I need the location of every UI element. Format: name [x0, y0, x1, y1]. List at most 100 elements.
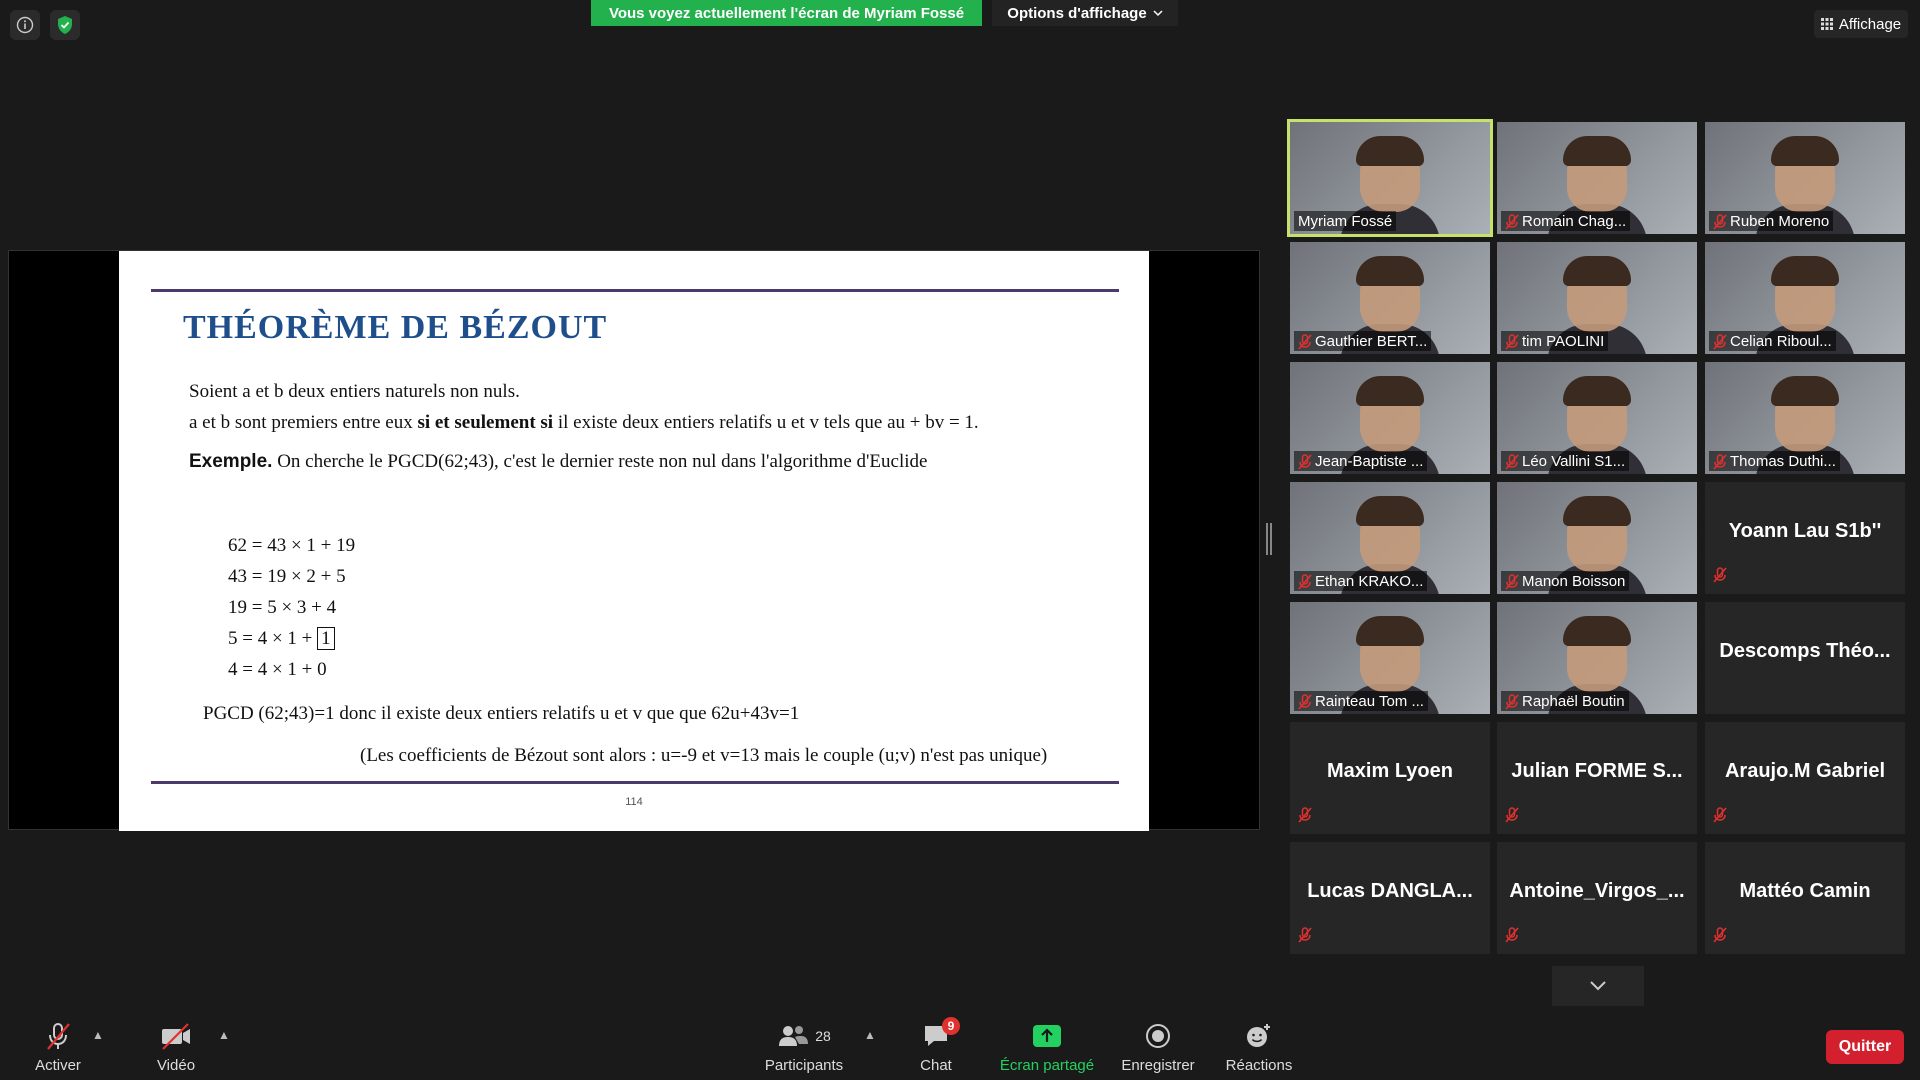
shared-screen[interactable]: THÉORÈME DE BÉZOUT Soient a et b deux en… [8, 250, 1260, 831]
microphone-muted-icon [1505, 807, 1519, 828]
participant-video-hair [1356, 256, 1424, 286]
equation-4-boxed: 1 [317, 627, 335, 650]
slide-line-2-a: a et b sont premiers entre eux [189, 412, 418, 433]
participant-tile[interactable]: Thomas Duthi... [1705, 362, 1905, 474]
participant-name: Gauthier BERT... [1315, 332, 1428, 350]
participant-tile[interactable]: Yoann Lau S1b'' [1705, 482, 1905, 594]
microphone-muted-icon [1713, 927, 1727, 948]
equation-4-text: 5 = 4 × 1 + [228, 628, 313, 649]
participant-name-label: tim PAOLINI [1501, 331, 1609, 351]
equation-4: 5 = 4 × 1 + 1 [228, 627, 335, 650]
start-video-button[interactable]: Vidéo [148, 1020, 204, 1080]
participant-tile[interactable]: Celian Riboul... [1705, 242, 1905, 354]
gallery-next-page-button[interactable] [1552, 966, 1644, 1006]
share-screen-label: Écran partagé [999, 1057, 1095, 1074]
participant-tile[interactable]: Mattéo Camin [1705, 842, 1905, 954]
participant-tile[interactable]: Descomps Théo... [1705, 602, 1905, 714]
example-label: Exemple. [189, 451, 273, 472]
share-screen-icon [1032, 1021, 1062, 1051]
slide-line-2-c: il existe deux entiers relatifs u et v t… [553, 412, 979, 433]
participant-tile[interactable]: Léo Vallini S1... [1497, 362, 1697, 474]
participant-name: Rainteau Tom ... [1315, 692, 1424, 710]
participant-tile[interactable]: Julian FORME S... [1497, 722, 1697, 834]
participant-tile[interactable]: Manon Boisson [1497, 482, 1697, 594]
participant-video-hair [1356, 136, 1424, 166]
participant-name: Manon Boisson [1522, 572, 1626, 590]
chat-label: Chat [920, 1057, 952, 1074]
reactions-button[interactable]: Réactions [1224, 1020, 1294, 1080]
slide-line-2-bold: si et seulement si [417, 412, 554, 433]
participant-name-label: Thomas Duthi... [1709, 451, 1840, 471]
equation-3: 19 = 5 × 3 + 4 [228, 597, 337, 618]
microphone-muted-icon [1505, 927, 1519, 948]
participant-tile[interactable]: Maxim Lyoen [1290, 722, 1490, 834]
participant-tile[interactable]: Myriam Fossé [1287, 119, 1493, 237]
grid-icon [1820, 18, 1833, 30]
leave-meeting-button[interactable]: Quitter [1826, 1030, 1904, 1064]
participant-tile[interactable]: Gauthier BERT... [1290, 242, 1490, 354]
slide-conclusion: PGCD (62;43)=1 donc il existe deux entie… [203, 703, 800, 724]
participant-tile[interactable]: Rainteau Tom ... [1290, 602, 1490, 714]
microphone-muted-icon [1298, 573, 1312, 590]
participant-tile[interactable]: Jean-Baptiste ... [1290, 362, 1490, 474]
participant-video-hair [1563, 616, 1631, 646]
reactions-smiley-icon [1245, 1021, 1273, 1051]
participant-video-hair [1771, 136, 1839, 166]
participants-options-caret-icon[interactable]: ▲ [864, 1028, 876, 1042]
reactions-label: Réactions [1225, 1057, 1293, 1074]
participant-name-label: Myriam Fossé [1294, 211, 1397, 231]
participant-tile[interactable]: Lucas DANGLA... [1290, 842, 1490, 954]
chat-button[interactable]: 9 Chat [916, 1017, 960, 1080]
record-button[interactable]: Enregistrer [1120, 1020, 1196, 1080]
microphone-muted-icon [1713, 567, 1727, 588]
participant-name-label: Léo Vallini S1... [1501, 451, 1630, 471]
microphone-muted-icon [1505, 453, 1519, 470]
security-shield-icon[interactable] [50, 10, 80, 40]
top-left-controls [10, 10, 80, 40]
participant-video-hair [1771, 256, 1839, 286]
unmute-label: Activer [35, 1057, 81, 1074]
example-text: On cherche le PGCD(62;43), c'est le dern… [272, 451, 928, 472]
participant-name: Antoine_Virgos_... [1509, 880, 1685, 902]
participant-tile[interactable]: Antoine_Virgos_... [1497, 842, 1697, 954]
unmute-button[interactable]: Activer [26, 1020, 90, 1080]
microphone-muted-icon [1713, 333, 1727, 350]
slide-bottom-rule [151, 781, 1119, 784]
microphone-muted-icon [1505, 573, 1519, 590]
microphone-muted-icon [1713, 213, 1727, 230]
participant-tile[interactable]: Romain Chag... [1497, 122, 1697, 234]
share-banner: Vous voyez actuellement l'écran de Myria… [591, 0, 982, 26]
participant-video-hair [1563, 496, 1631, 526]
participant-name: Mattéo Camin [1739, 880, 1871, 902]
participants-button[interactable]: 28 Participants [762, 1020, 846, 1080]
participant-name-label: Ethan KRAKO... [1294, 571, 1428, 591]
microphone-muted-icon [1505, 213, 1519, 230]
participant-video-hair [1563, 376, 1631, 406]
video-options-caret-icon[interactable]: ▲ [218, 1028, 230, 1042]
participant-name: Lucas DANGLA... [1307, 880, 1473, 902]
slide-example: Exemple. On cherche le PGCD(62;43), c'es… [189, 451, 927, 473]
participant-name-label: Romain Chag... [1501, 211, 1631, 231]
audio-options-caret-icon[interactable]: ▲ [92, 1028, 104, 1042]
participant-video-hair [1563, 136, 1631, 166]
view-button[interactable]: Affichage [1814, 10, 1908, 38]
participants-icon: 28 [777, 1021, 831, 1051]
participant-tile[interactable]: Raphaël Boutin [1497, 602, 1697, 714]
view-options-button[interactable]: Options d'affichage [992, 0, 1178, 26]
participant-tile[interactable]: Ruben Moreno [1705, 122, 1905, 234]
participant-name-label: Manon Boisson [1501, 571, 1630, 591]
participant-tile[interactable]: Ethan KRAKO... [1290, 482, 1490, 594]
view-options-label: Options d'affichage [1007, 4, 1147, 22]
participant-name: Descomps Théo... [1719, 640, 1891, 662]
participant-name: tim PAOLINI [1522, 332, 1605, 350]
share-screen-button[interactable]: Écran partagé [998, 1020, 1096, 1080]
participant-tile[interactable]: Araujo.M Gabriel [1705, 722, 1905, 834]
chat-unread-badge: 9 [942, 1017, 960, 1035]
participant-name: Ruben Moreno [1730, 212, 1830, 230]
participants-label: Participants [764, 1057, 844, 1074]
participant-name: Celian Riboul... [1730, 332, 1832, 350]
participant-tile[interactable]: tim PAOLINI [1497, 242, 1697, 354]
resize-handle[interactable] [1266, 523, 1272, 555]
meeting-info-icon[interactable] [10, 10, 40, 40]
participant-name: Maxim Lyoen [1327, 760, 1453, 782]
